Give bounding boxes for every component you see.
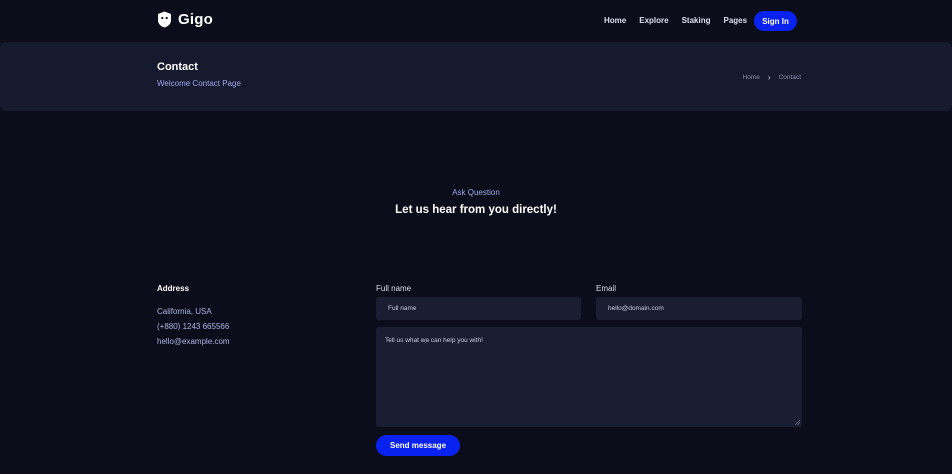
address-phone: (+880) 1243 665566 xyxy=(157,322,230,331)
page-subtitle: Welcome Contact Page xyxy=(157,79,241,88)
full-name-input[interactable] xyxy=(376,297,581,320)
brand-logo[interactable]: Gigo xyxy=(157,11,213,28)
email-label: Email xyxy=(596,284,617,293)
section-eyebrow: Ask Question xyxy=(452,188,500,197)
site-header: Gigo Home Explore Staking Pages Sign In xyxy=(0,0,952,42)
send-message-button[interactable]: Send message xyxy=(376,435,460,456)
nav-explore-link[interactable]: Explore xyxy=(639,11,668,31)
nav-staking-link[interactable]: Staking xyxy=(682,11,711,31)
full-name-label: Full name xyxy=(376,284,412,293)
breadcrumb: Home › Contact xyxy=(743,73,801,82)
lion-shield-icon xyxy=(158,11,171,28)
breadcrumb-home-link[interactable]: Home xyxy=(743,74,760,81)
section-heading: Let us hear from you directly! xyxy=(395,204,557,216)
main-nav: Home Explore Staking Pages Sign In xyxy=(604,11,798,31)
brand-name: Gigo xyxy=(178,11,213,28)
address-title: Address xyxy=(157,284,190,293)
message-textarea[interactable] xyxy=(376,327,802,427)
page-title-bar: Contact Welcome Contact Page Home › Cont… xyxy=(0,42,952,111)
page-title: Contact xyxy=(157,61,198,73)
email-input[interactable] xyxy=(596,297,802,320)
breadcrumb-current: Contact xyxy=(778,74,801,81)
nav-pages-link[interactable]: Pages xyxy=(723,11,747,31)
resize-handle-icon[interactable] xyxy=(795,420,800,425)
chevron-right-icon: › xyxy=(767,73,771,82)
address-email: hello@example.com xyxy=(157,337,230,346)
address-location: California, USA xyxy=(157,307,212,316)
sign-in-button[interactable]: Sign In xyxy=(754,11,798,31)
nav-home-link[interactable]: Home xyxy=(604,11,626,31)
